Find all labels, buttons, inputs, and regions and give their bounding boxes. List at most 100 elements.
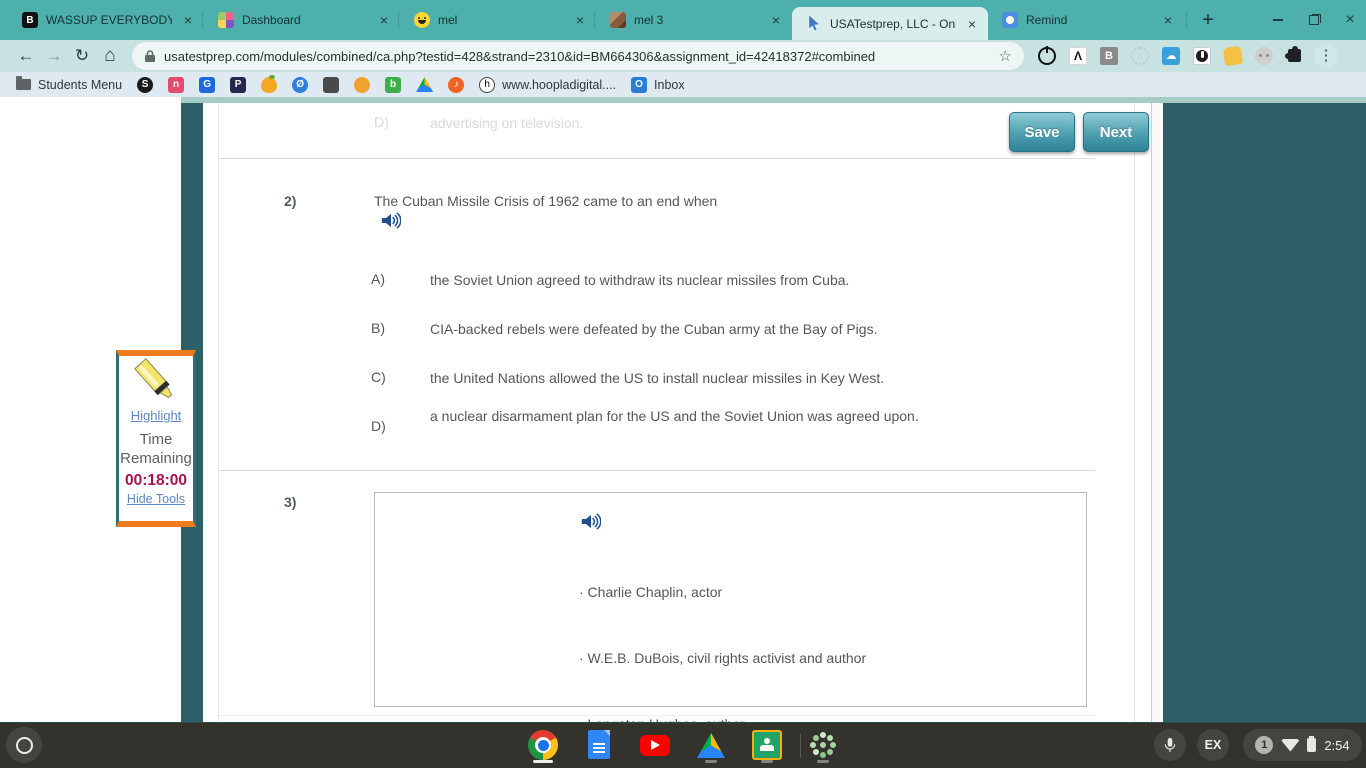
photo-favicon-icon bbox=[610, 12, 626, 28]
window-controls: × bbox=[1268, 0, 1360, 40]
loading-extension-icon[interactable] bbox=[1131, 47, 1149, 65]
bookmark-star-icon[interactable]: ☆ bbox=[999, 47, 1012, 65]
option-text[interactable]: CIA-backed rebels were defeated by the C… bbox=[430, 320, 950, 339]
bandlab-favicon-icon: B bbox=[22, 12, 38, 28]
hide-tools-link[interactable]: Hide Tools bbox=[127, 492, 185, 506]
bookmark-mango-icon[interactable] bbox=[261, 74, 278, 93]
puzzle-extensions-icon[interactable] bbox=[1285, 46, 1301, 62]
question3-number: 3) bbox=[284, 494, 297, 510]
browser-toolbar: ← → ↻ ⌂ usatestprep.com/modules/combined… bbox=[0, 40, 1366, 72]
option-label[interactable]: D) bbox=[371, 418, 386, 434]
chrome-app-icon[interactable] bbox=[528, 730, 558, 760]
badger-extension-icon[interactable] bbox=[1193, 47, 1211, 65]
back-icon[interactable]: ← bbox=[12, 46, 40, 66]
question-divider bbox=[219, 158, 1095, 159]
bookmark-music-icon[interactable]: ♪ bbox=[448, 76, 465, 93]
power-extension-icon[interactable] bbox=[1038, 46, 1056, 65]
clock: 2:54 bbox=[1324, 737, 1350, 753]
time-remaining-value: 00:18:00 bbox=[124, 472, 188, 489]
docs-app-icon[interactable] bbox=[588, 730, 610, 759]
question3-list: · Charlie Chaplin, actor · W.E.B. DuBois… bbox=[579, 537, 909, 722]
tab-mel[interactable]: mel × bbox=[400, 0, 596, 40]
bookmark-inbox[interactable]: O Inbox bbox=[631, 76, 685, 93]
close-icon[interactable]: × bbox=[1340, 10, 1360, 30]
tab-separator bbox=[202, 12, 203, 28]
b-extension-icon[interactable]: B bbox=[1100, 47, 1118, 65]
hoopla-h-icon: h bbox=[479, 76, 496, 93]
tab-close-icon[interactable]: × bbox=[180, 12, 196, 28]
bookmarks-bar: Students Menu S n G P Ø b ♪ h www.hoopla… bbox=[0, 72, 1366, 97]
screen: B WASSUP EVERYBODY&g × Dashboard × mel ×… bbox=[0, 0, 1366, 768]
bookmark-orange-dot-icon[interactable] bbox=[354, 76, 371, 93]
bookmark-folder-icon[interactable] bbox=[323, 76, 340, 93]
remind-favicon-icon bbox=[1002, 12, 1018, 28]
cloud-extension-icon[interactable]: ☁ bbox=[1162, 47, 1180, 65]
loading-app-icon[interactable] bbox=[820, 742, 826, 748]
scrollbar[interactable] bbox=[1151, 103, 1163, 722]
bookmark-steam-icon[interactable]: S bbox=[137, 76, 154, 93]
page-background-right bbox=[1163, 103, 1366, 722]
forward-icon[interactable]: → bbox=[40, 46, 68, 66]
option-label[interactable]: A) bbox=[371, 271, 385, 287]
tab-close-icon[interactable]: × bbox=[572, 12, 588, 28]
drive-app-icon[interactable] bbox=[697, 733, 725, 758]
question-divider bbox=[219, 470, 1095, 471]
next-button[interactable]: Next bbox=[1083, 112, 1149, 152]
bookmark-hoopla[interactable]: h www.hoopladigital.... bbox=[479, 76, 616, 93]
option-text[interactable]: the United Nations allowed the US to ins… bbox=[430, 369, 950, 388]
mic-icon bbox=[1164, 738, 1176, 752]
microphone-button[interactable] bbox=[1154, 729, 1186, 761]
robot-extension-icon[interactable] bbox=[1255, 47, 1273, 65]
address-bar[interactable]: usatestprep.com/modules/combined/ca.php?… bbox=[132, 42, 1024, 70]
tab-dashboard[interactable]: Dashboard × bbox=[204, 0, 400, 40]
content-border-right bbox=[1134, 103, 1135, 722]
tab-close-icon[interactable]: × bbox=[964, 16, 980, 32]
new-tab-icon[interactable]: + bbox=[1196, 8, 1220, 32]
speaker-icon[interactable] bbox=[581, 513, 601, 530]
tab-close-icon[interactable]: × bbox=[1160, 12, 1176, 28]
tab-usatestprep-active[interactable]: USATestprep, LLC - Onlin × bbox=[792, 7, 988, 40]
test-tools-widget: Highlight Time Remaining 00:18:00 Hide T… bbox=[116, 350, 196, 527]
option-text[interactable]: a nuclear disarmament plan for the US an… bbox=[430, 407, 920, 426]
notification-badge: 1 bbox=[1255, 736, 1274, 754]
tab-wassup[interactable]: B WASSUP EVERYBODY&g × bbox=[8, 0, 204, 40]
browser-menu-icon[interactable]: ⋮ bbox=[1314, 44, 1338, 68]
option-label[interactable]: B) bbox=[371, 320, 385, 336]
option-label: D) bbox=[374, 114, 389, 130]
tab-close-icon[interactable]: × bbox=[768, 12, 784, 28]
hand-extension-icon[interactable] bbox=[1222, 45, 1244, 67]
time-remaining-label: Time Remaining bbox=[120, 431, 192, 467]
url-text[interactable]: usatestprep.com/modules/combined/ca.php?… bbox=[164, 49, 991, 64]
bookmark-students-menu[interactable]: Students Menu bbox=[16, 76, 122, 92]
highlight-link[interactable]: Highlight bbox=[131, 408, 182, 423]
option-text[interactable]: advertising on television. bbox=[430, 114, 950, 133]
status-tray[interactable]: 1 2:54 bbox=[1243, 729, 1362, 761]
highlighter-icon[interactable] bbox=[130, 356, 182, 408]
classroom-app-icon[interactable] bbox=[752, 730, 782, 760]
tab-separator bbox=[398, 12, 399, 28]
bookmark-p-icon[interactable]: P bbox=[230, 76, 247, 93]
tab-mel3[interactable]: mel 3 × bbox=[596, 0, 792, 40]
annotate-extension-icon[interactable]: Λ bbox=[1069, 47, 1087, 65]
bookmark-n-icon[interactable]: n bbox=[168, 76, 185, 93]
speaker-icon[interactable] bbox=[381, 212, 401, 229]
bookmark-drive-icon[interactable] bbox=[416, 77, 434, 92]
launcher-icon[interactable] bbox=[6, 727, 42, 763]
bookmark-o-icon[interactable]: Ø bbox=[292, 76, 309, 93]
ime-button[interactable]: EX bbox=[1197, 729, 1229, 761]
option-label[interactable]: C) bbox=[371, 369, 386, 385]
reload-icon[interactable]: ↻ bbox=[68, 46, 96, 66]
lock-icon bbox=[145, 50, 155, 62]
youtube-app-icon[interactable] bbox=[640, 735, 670, 756]
minimize-icon[interactable] bbox=[1268, 10, 1288, 30]
restore-icon[interactable] bbox=[1304, 10, 1324, 30]
bookmark-g-icon[interactable]: G bbox=[199, 76, 216, 93]
home-icon[interactable]: ⌂ bbox=[96, 45, 124, 67]
tab-title: Remind bbox=[1026, 13, 1068, 27]
save-button[interactable]: Save bbox=[1009, 112, 1075, 152]
tab-remind[interactable]: Remind × bbox=[988, 0, 1184, 40]
bookmark-b-icon[interactable]: b bbox=[385, 76, 402, 93]
question-divider bbox=[219, 715, 1095, 716]
tab-close-icon[interactable]: × bbox=[376, 12, 392, 28]
option-text[interactable]: the Soviet Union agreed to withdraw its … bbox=[430, 271, 950, 290]
